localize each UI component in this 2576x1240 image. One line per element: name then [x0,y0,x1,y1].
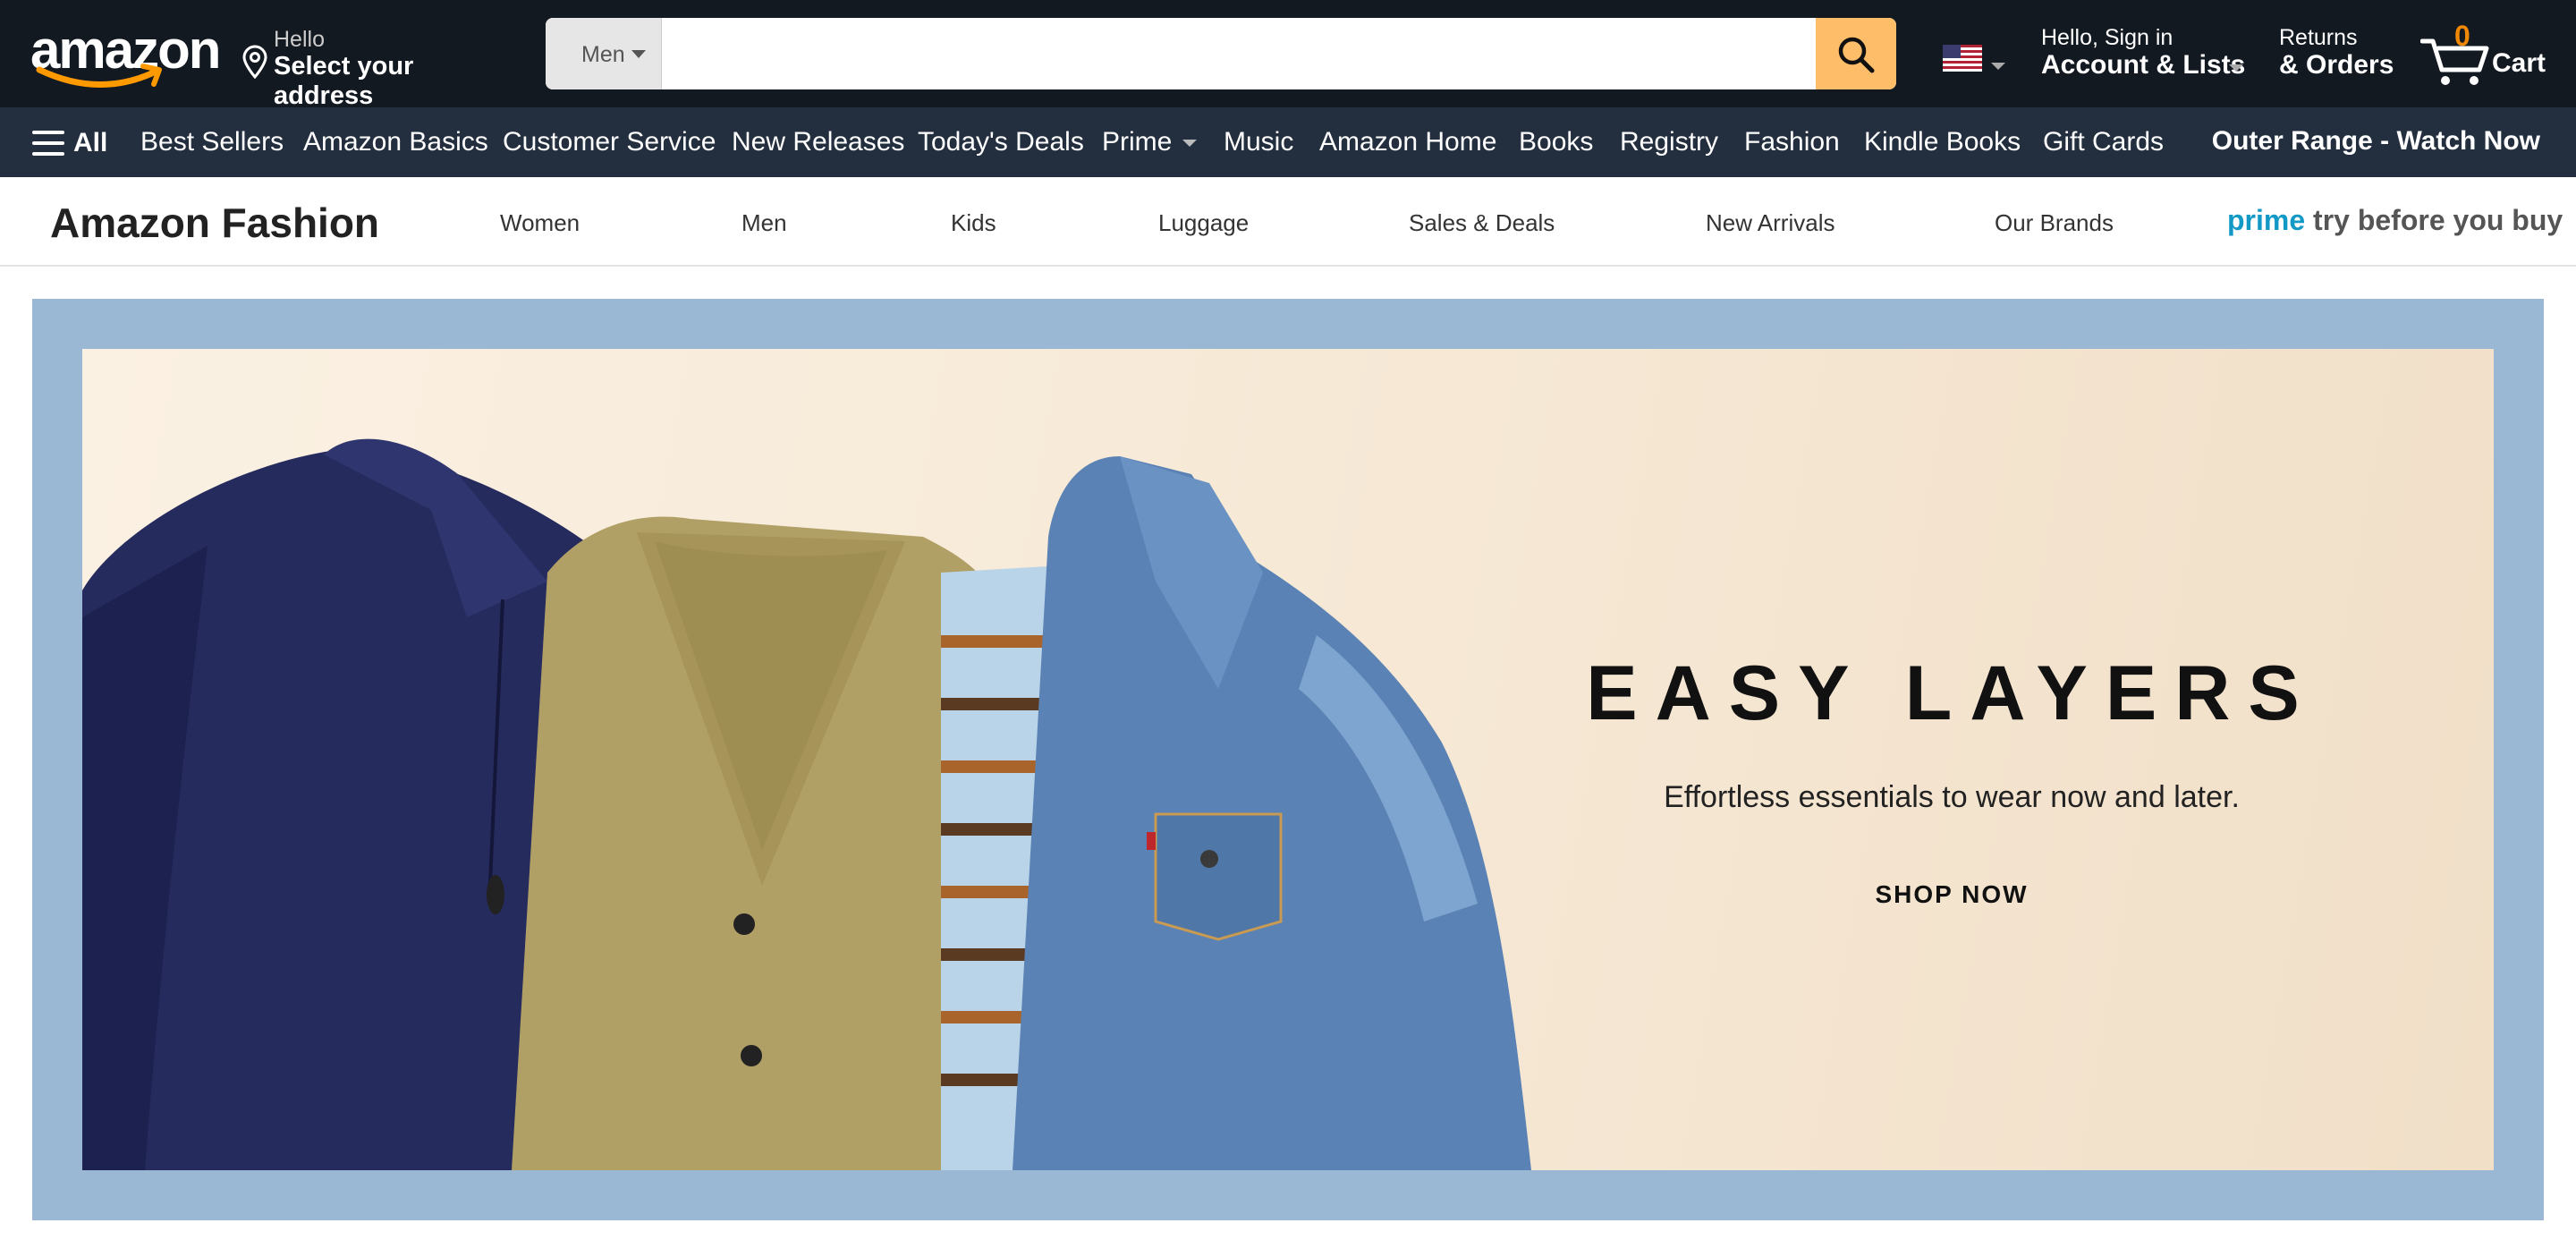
nav-new-releases[interactable]: New Releases [732,127,904,157]
nav-prime-label: Prime [1102,127,1173,157]
search-category-label: Men [581,42,625,67]
nav-customer-service[interactable]: Customer Service [503,127,716,157]
denim-red-tab [1147,832,1156,850]
chevron-down-icon [631,50,646,58]
search-category-dropdown[interactable]: Men [546,18,662,89]
nav-kindle-books[interactable]: Kindle Books [1864,127,2021,157]
us-flag-icon [1943,45,1982,72]
nav-fashion[interactable]: Fashion [1744,127,1840,157]
secondary-navigation: All Best Sellers Amazon Basics Customer … [0,107,2576,177]
language-selector[interactable] [1943,39,2007,75]
page-title[interactable]: Amazon Fashion [50,199,379,247]
nav-gift-cards[interactable]: Gift Cards [2043,127,2164,157]
nav-amazon-basics[interactable]: Amazon Basics [303,127,488,157]
promo-link[interactable]: Outer Range - Watch Now [2212,126,2540,157]
search-input[interactable] [663,18,1792,89]
chevron-down-icon [1991,63,2005,70]
denim-pocket [1154,812,1283,941]
hero-subheadline: Effortless essentials to wear now and la… [1664,780,2240,814]
fashion-header: Amazon Fashion Women Men Kids Luggage Sa… [0,177,2576,267]
zipper-pull [487,875,504,914]
address-greeting: Hello [274,27,325,52]
hamburger-menu-icon [32,131,64,157]
sign-in-greeting: Hello, Sign in [2041,25,2174,50]
location-pin-icon [242,45,267,80]
returns-label: Returns [2279,25,2358,50]
cart-button[interactable]: 0 Cart [2415,18,2558,89]
hero-headline: EASY LAYERS [1586,650,2318,736]
fashion-link-men[interactable]: Men [741,209,787,237]
cardigan-button-1 [733,913,755,935]
chevron-down-icon [2229,64,2243,72]
nav-todays-deals[interactable]: Today's Deals [918,127,1084,157]
search-icon [1838,37,1875,73]
search-bar: Men [546,18,1896,89]
hero-banner-frame: EASY LAYERS Effortless essentials to wea… [32,299,2544,1220]
top-navigation-bar: amazon Hello Select your address Men Hel… [0,0,2576,110]
cart-count: 0 [2454,20,2470,52]
try-before-you-buy-label: try before you buy [2313,204,2563,236]
nav-amazon-home[interactable]: Amazon Home [1319,127,1496,157]
denim-button [1200,850,1218,868]
search-button[interactable] [1816,18,1896,89]
layered-clothing-image [82,438,1531,1170]
chevron-down-icon [1182,140,1198,148]
fashion-link-our-brands[interactable]: Our Brands [1995,209,2114,237]
fashion-link-sales-deals[interactable]: Sales & Deals [1409,209,1555,237]
prime-wordmark: prime [2227,204,2306,236]
fashion-link-kids[interactable]: Kids [951,209,996,237]
account-and-lists[interactable]: Hello, Sign in Account & Lists [2041,23,2265,86]
fashion-link-luggage[interactable]: Luggage [1158,209,1249,237]
prime-try-before-you-buy-link[interactable]: prime try before you buy [2227,204,2563,237]
address-label: Select your address [274,52,414,110]
amazon-smile-icon [36,64,162,88]
nav-registry[interactable]: Registry [1620,127,1718,157]
nav-music[interactable]: Music [1224,127,1293,157]
nav-best-sellers[interactable]: Best Sellers [140,127,284,157]
delivery-address-selector[interactable]: Hello Select your address [240,21,517,110]
nav-books[interactable]: Books [1519,127,1593,157]
amazon-logo[interactable]: amazon [27,21,221,88]
nav-prime[interactable]: Prime [1102,127,1198,157]
cart-label: Cart [2492,48,2546,78]
returns-and-orders[interactable]: Returns & Orders [2279,23,2404,86]
all-menu-label: All [73,128,108,157]
shop-now-button[interactable]: SHOP NOW [1835,880,2068,909]
fashion-link-new-arrivals[interactable]: New Arrivals [1706,209,1835,237]
fashion-link-women[interactable]: Women [500,209,580,237]
cardigan-button-2 [741,1045,762,1066]
orders-label: & Orders [2279,50,2394,80]
hero-banner[interactable]: EASY LAYERS Effortless essentials to wea… [82,349,2494,1170]
account-lists-label: Account & Lists [2041,50,2246,80]
